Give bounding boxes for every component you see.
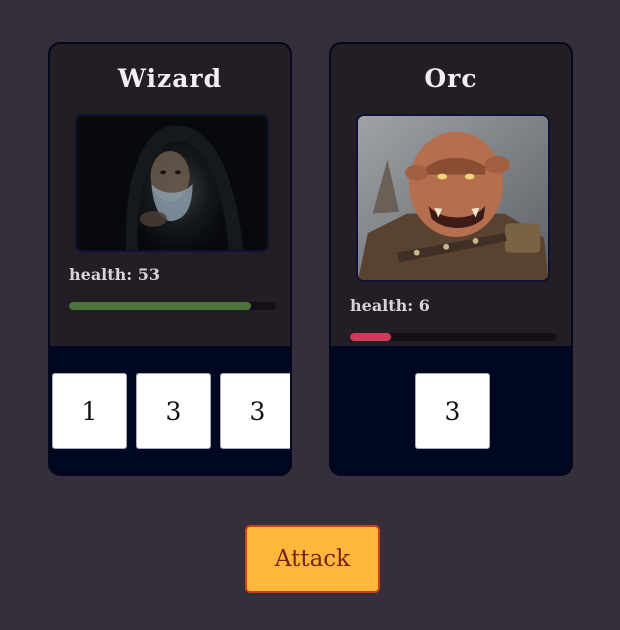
enemy-card-info: Orc health: 6 xyxy=(331,44,571,346)
hero-die[interactable]: 1 xyxy=(52,373,127,449)
hero-card-info: Wizard health: 53 xyxy=(50,44,290,346)
orc-image xyxy=(358,116,548,280)
enemy-health-fill xyxy=(350,333,392,341)
enemy-card: Orc health: 6 3 xyxy=(329,42,573,476)
orc-portrait xyxy=(356,114,550,282)
hero-die[interactable]: 3 xyxy=(220,373,290,449)
hero-dice-area: 1 3 3 xyxy=(50,346,290,474)
enemy-name: Orc xyxy=(424,64,478,93)
enemy-health-text: health: 6 xyxy=(350,296,430,315)
hero-card: Wizard health: 53 1 3 3 xyxy=(48,42,292,476)
wizard-portrait xyxy=(75,114,269,252)
attack-button[interactable]: Attack xyxy=(245,525,380,593)
hero-health-fill xyxy=(69,302,252,310)
enemy-die[interactable]: 3 xyxy=(415,373,490,449)
enemy-health-bar xyxy=(350,333,557,341)
enemy-dice-area: 3 xyxy=(331,346,571,474)
hero-health-text: health: 53 xyxy=(69,265,161,284)
hero-die[interactable]: 3 xyxy=(136,373,211,449)
hero-health-bar xyxy=(69,302,276,310)
hero-name: Wizard xyxy=(117,64,223,93)
wizard-image xyxy=(77,116,267,250)
